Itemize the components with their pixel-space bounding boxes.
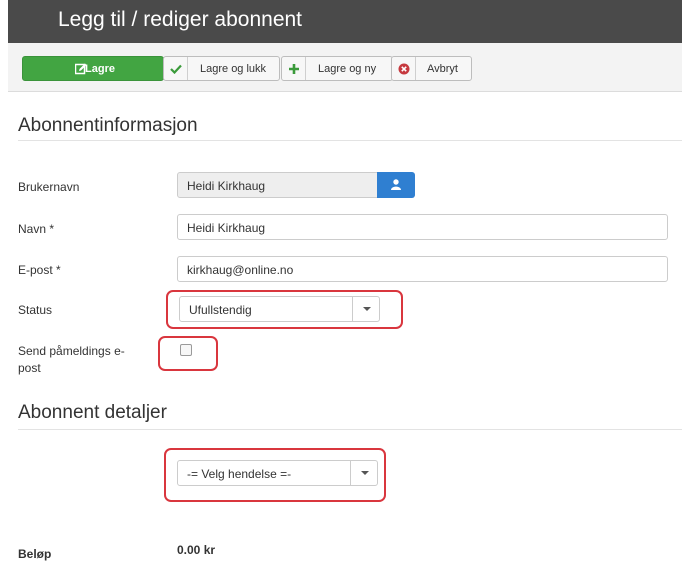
title-bar: Legg til / rediger abonnent bbox=[8, 0, 682, 43]
name-label: Navn * bbox=[18, 222, 55, 236]
email-input[interactable]: kirkhaug@online.no bbox=[177, 256, 668, 282]
event-highlight bbox=[164, 448, 386, 502]
save-button[interactable]: Lagre bbox=[22, 56, 164, 81]
username-field: Heidi Kirkhaug bbox=[177, 172, 379, 198]
email-label: E-post * bbox=[18, 263, 61, 277]
status-highlight bbox=[166, 290, 403, 329]
section-title-subscriber-details: Abonnent detaljer bbox=[18, 402, 167, 423]
cancel-button[interactable]: Avbryt bbox=[391, 56, 472, 81]
send-email-label: Send påmeldings e-post bbox=[18, 344, 125, 375]
email-value: kirkhaug@online.no bbox=[187, 263, 294, 277]
check-icon bbox=[164, 57, 188, 80]
toolbar: Lagre Lagre og lukk Lagre og ny Avbryt bbox=[8, 43, 682, 92]
amount-label: Beløp bbox=[18, 547, 52, 561]
section-title-subscriber-info: Abonnentinformasjon bbox=[18, 115, 198, 136]
times-circle-icon bbox=[392, 57, 416, 80]
username-value: Heidi Kirkhaug bbox=[187, 179, 266, 193]
user-icon bbox=[391, 179, 401, 190]
amount-value: 0.00 kr bbox=[177, 543, 216, 557]
checkbox-highlight bbox=[158, 336, 218, 371]
username-label: Brukernavn bbox=[18, 180, 80, 194]
cancel-label: Avbryt bbox=[427, 63, 458, 75]
plus-icon bbox=[282, 57, 306, 80]
section-divider bbox=[18, 140, 682, 141]
status-label: Status bbox=[18, 303, 53, 317]
page-title: Legg til / rediger abonnent bbox=[58, 8, 303, 31]
name-input[interactable]: Heidi Kirkhaug bbox=[177, 214, 668, 240]
select-user-button[interactable] bbox=[377, 172, 415, 198]
save-and-close-button[interactable]: Lagre og lukk bbox=[163, 56, 280, 81]
save-and-new-button[interactable]: Lagre og ny bbox=[281, 56, 393, 81]
name-value: Heidi Kirkhaug bbox=[187, 221, 266, 235]
save-and-new-label: Lagre og ny bbox=[318, 63, 377, 75]
save-and-close-label: Lagre og lukk bbox=[200, 63, 267, 75]
save-button-label: Lagre bbox=[85, 63, 115, 75]
section-divider bbox=[18, 429, 682, 430]
